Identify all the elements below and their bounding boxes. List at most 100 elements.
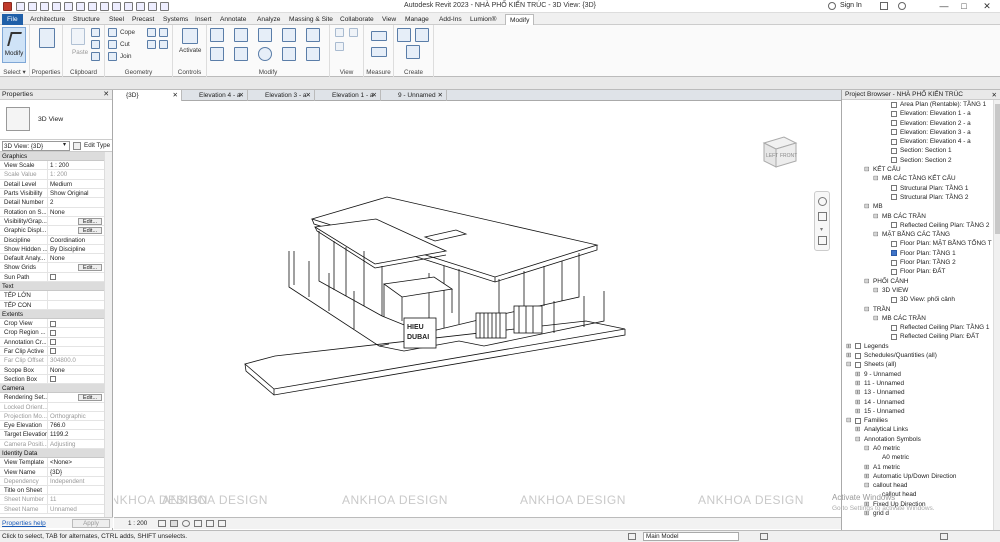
- hide-icon[interactable]: [335, 28, 344, 37]
- shadows-icon[interactable]: [194, 520, 202, 527]
- join-icon[interactable]: [108, 52, 117, 61]
- override-icon[interactable]: [349, 28, 358, 37]
- visual-style-icon[interactable]: [170, 520, 178, 527]
- tree-item[interactable]: 3D View: phối cảnh: [842, 295, 992, 304]
- close-icon[interactable]: ✕: [103, 90, 109, 98]
- tab-analyze[interactable]: Analyze: [257, 14, 280, 25]
- property-group-header[interactable]: Text: [0, 282, 104, 292]
- view-tab-elevation-1[interactable]: Elevation 1 - a ✕: [315, 90, 381, 101]
- property-value[interactable]: [48, 301, 104, 309]
- filter-icon[interactable]: [940, 533, 948, 540]
- tree-item[interactable]: ⊞ Automatic Up/Down Direction: [842, 472, 992, 481]
- select-dropdown[interactable]: Select ▾: [0, 69, 29, 76]
- view-tab-3d[interactable]: {3D} ✕: [114, 90, 182, 101]
- copy-element-icon[interactable]: [234, 47, 248, 61]
- zoom-chevron-icon[interactable]: ▾: [820, 226, 823, 233]
- tree-item[interactable]: ⊞ Analytical Links: [842, 425, 992, 434]
- tree-item[interactable]: Elevation: Elevation 4 - a: [842, 137, 992, 146]
- tab-add-ins[interactable]: Add-Ins: [439, 14, 462, 25]
- expand-toggle-icon[interactable]: ⊞: [846, 342, 851, 351]
- property-value[interactable]: Edit...: [48, 217, 104, 225]
- paste-icon[interactable]: [71, 28, 85, 45]
- cope-icon[interactable]: [108, 28, 117, 37]
- tab-precast[interactable]: Precast: [132, 14, 154, 25]
- expand-toggle-icon[interactable]: ⊟: [864, 165, 869, 174]
- view-tab-sheet-9[interactable]: 9 - Unnamed ✕: [381, 90, 447, 101]
- join-button[interactable]: Join: [120, 53, 132, 60]
- expand-toggle-icon[interactable]: ⊞: [855, 407, 860, 416]
- tree-item[interactable]: ⊟ MB CÁC TRẦN: [842, 314, 992, 323]
- checkbox[interactable]: [50, 339, 56, 346]
- property-value[interactable]: Medium: [48, 180, 104, 188]
- instance-dropdown[interactable]: 3D View: {3D}: [2, 141, 70, 151]
- expand-toggle-icon[interactable]: ⊟: [855, 435, 860, 444]
- wall-joins-icon[interactable]: [147, 40, 156, 49]
- checkbox[interactable]: [50, 376, 56, 383]
- close-icon[interactable]: ✕: [438, 90, 443, 101]
- view-cube[interactable]: LEFT FRONT: [754, 131, 804, 171]
- tree-item[interactable]: Reflected Ceiling Plan: TẦNG 1: [842, 323, 992, 332]
- modify-button[interactable]: Modify: [2, 27, 26, 63]
- measure-icon[interactable]: [371, 31, 387, 41]
- tree-item[interactable]: ⊟ Families: [842, 416, 992, 425]
- tab-insert[interactable]: Insert: [195, 14, 212, 25]
- edit-button[interactable]: Edit...: [78, 394, 102, 402]
- tree-item[interactable]: Reflected Ceiling Plan: ĐẤT: [842, 332, 992, 341]
- array-icon[interactable]: [306, 47, 320, 61]
- tree-item[interactable]: ⊟ MẶT BẰNG CÁC TẦNG: [842, 230, 992, 239]
- zoom-fit-icon[interactable]: [818, 236, 827, 245]
- edit-type-button[interactable]: Edit Type: [84, 142, 110, 149]
- tree-item[interactable]: ⊞ Schedules/Quantities (all): [842, 351, 992, 360]
- demolish-icon[interactable]: [159, 40, 168, 49]
- property-value[interactable]: Show Original: [48, 189, 104, 197]
- expand-toggle-icon[interactable]: ⊟: [873, 174, 878, 183]
- tree-item[interactable]: Floor Plan: TẦNG 1: [842, 249, 992, 258]
- maximize-button[interactable]: □: [955, 0, 973, 12]
- create-assembly-icon[interactable]: [397, 28, 411, 42]
- close-icon[interactable]: ✕: [173, 90, 178, 101]
- tree-item[interactable]: ⊞ A1 metric: [842, 463, 992, 472]
- tab-architecture[interactable]: Architecture: [30, 14, 65, 25]
- tab-systems[interactable]: Systems: [163, 14, 188, 25]
- lock-view-icon[interactable]: [218, 520, 226, 527]
- drawing-canvas[interactable]: HIEU DUBAI LEFT FRONT ▾ ANKHOA DESIGN AN…: [114, 101, 841, 517]
- view-tab-elevation-4[interactable]: Elevation 4 - a ✕: [182, 90, 248, 101]
- checkbox[interactable]: [50, 329, 56, 336]
- expand-toggle-icon[interactable]: ⊟: [873, 212, 878, 221]
- create-parts-icon[interactable]: [415, 28, 429, 42]
- tab-file[interactable]: File: [2, 14, 23, 25]
- edit-button[interactable]: Edit...: [78, 217, 102, 225]
- tree-item[interactable]: Reflected Ceiling Plan: TẦNG 2: [842, 221, 992, 230]
- property-value[interactable]: [48, 338, 104, 346]
- rotate-icon[interactable]: [258, 47, 272, 61]
- tree-item[interactable]: Section: Section 1: [842, 146, 992, 155]
- split-face-icon[interactable]: [147, 28, 156, 37]
- steering-wheel-icon[interactable]: [818, 197, 827, 206]
- crop-view-icon[interactable]: [206, 520, 214, 527]
- expand-toggle-icon[interactable]: ⊟: [846, 416, 851, 425]
- properties-scrollbar[interactable]: [104, 152, 112, 518]
- property-value[interactable]: 1199.2: [48, 430, 104, 438]
- property-value[interactable]: Edit...: [48, 393, 104, 402]
- tree-item[interactable]: Floor Plan: ĐẤT: [842, 267, 992, 276]
- cut-icon[interactable]: [91, 40, 100, 49]
- tree-item[interactable]: Elevation: Elevation 1 - a: [842, 109, 992, 118]
- paint-icon[interactable]: [159, 28, 168, 37]
- cut-geometry-button[interactable]: Cut: [120, 41, 130, 48]
- view-scale-button[interactable]: 1 : 200: [128, 520, 147, 527]
- property-value[interactable]: By Discipline: [48, 245, 104, 253]
- copy-icon[interactable]: [91, 28, 100, 37]
- dimension-icon[interactable]: [371, 47, 387, 57]
- tree-item[interactable]: ⊟ KẾT CẤU: [842, 165, 992, 174]
- cart-icon[interactable]: [880, 2, 888, 10]
- tree-item[interactable]: ⊞ 15 - Unnamed: [842, 407, 992, 416]
- property-value[interactable]: None: [48, 208, 104, 216]
- view-cube-left[interactable]: LEFT: [766, 153, 778, 159]
- tab-modify[interactable]: Modify: [505, 14, 535, 25]
- cope-button[interactable]: Cope: [120, 29, 135, 36]
- sun-path-icon[interactable]: [182, 520, 190, 527]
- expand-toggle-icon[interactable]: ⊞: [855, 398, 860, 407]
- property-value[interactable]: 2: [48, 198, 104, 206]
- expand-toggle-icon[interactable]: ⊟: [864, 444, 869, 453]
- detail-level-icon[interactable]: [158, 520, 166, 527]
